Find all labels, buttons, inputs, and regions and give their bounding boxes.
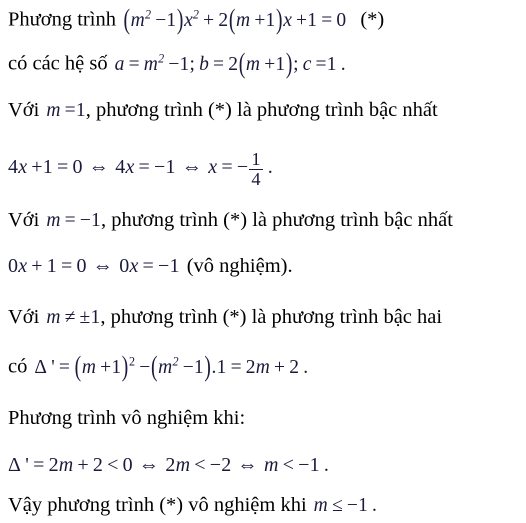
line-7-prose-prefix: Với (8, 306, 40, 328)
line-7-math-expression: m ≠ ±1 (46, 307, 101, 328)
solution-line-3: Với m =1, phương trình (*) là phương trình… (8, 100, 438, 121)
solution-line-6: 0x +1 = 0 ⇔ 0x = −1 (vô nghiệm). (8, 256, 293, 277)
var-m: m (130, 9, 145, 31)
fraction-denominator: 4 (251, 169, 261, 190)
line-6-prose-suffix: (vô nghiệm). (186, 255, 293, 277)
solution-line-9: Phương trình vô nghiệm khi: (8, 408, 245, 429)
line-2-prose-prefix: có các hệ số (8, 52, 108, 75)
line-5-prose-suffix: , phương trình (*) là phương trình bậc n… (101, 209, 453, 231)
solution-document: Phương trình (m2 −1)x2 +2(m +1)x +1 = 0 (*) có c… (0, 0, 526, 523)
open-paren: ( (123, 4, 131, 36)
line-9-prose-text: Phương trình vô nghiệm khi: (8, 407, 246, 429)
solution-line-5: Với m = −1, phương trình (*) là phương trìn… (8, 210, 453, 231)
line-4-math-expression: 4x +1 = 0 ⇔ 4x = −1 ⇔ x = −1 4. (8, 149, 273, 190)
line-6-math-expression: 0x +1 = 0 ⇔ 0x = −1 (8, 255, 180, 277)
line-3-math-expression: m =1 (46, 100, 86, 121)
line-1-prose-prefix: Phương trình (8, 8, 116, 31)
fraction-numerator: 1 (251, 149, 261, 169)
delta-prime-symbol: Δ ' (34, 356, 55, 378)
line-3-prose-prefix: Với (8, 99, 40, 121)
line-11-math-expression: m ≤ −1. (313, 495, 378, 516)
line-11-prose-prefix: Vậy phương trình (*) vô nghiệm khi (8, 494, 307, 516)
fraction-one-quarter: 14 (249, 149, 263, 190)
line-2-math-expression: a = m2 −1; b = 2(m +1); c =1. (114, 48, 346, 80)
solution-line-10: Δ ' = 2m +2 <0 ⇔ 2m < −2 ⇔ m < −1. (8, 455, 329, 475)
line-8-math-expression: Δ ' = (m +1)2 −(m2 −1).1 = 2m +2. (34, 351, 309, 383)
line-5-prose-prefix: Với (8, 209, 40, 231)
line-1-math-expression: (m2 −1)x2 +2(m +1)x +1 = 0 (123, 4, 347, 36)
solution-line-11: Vậy phương trình (*) vô nghiệm khi m ≤ −1. (8, 495, 377, 516)
delta-prime-symbol: Δ ' (8, 454, 30, 476)
solution-line-2: có các hệ số a = m2 −1; b = 2(m +1); c =1. (8, 48, 346, 80)
line-10-math-expression: Δ ' = 2m +2 <0 ⇔ 2m < −2 ⇔ m < −1. (8, 454, 330, 476)
solution-line-8: có Δ ' = (m +1)2 −(m2 −1).1 = 2m +2. (8, 351, 309, 383)
close-paren: ) (176, 4, 184, 36)
line-3-prose-suffix: , phương trình (*) là phương trình bậc n… (85, 99, 438, 121)
line-5-math-expression: m = −1 (46, 210, 101, 231)
line-8-prose-prefix: có (8, 355, 28, 378)
solution-line-7: Với m ≠ ±1, phương trình (*) là phương trìn… (8, 307, 442, 328)
line-7-prose-suffix: , phương trình (*) là phương trình bậc h… (100, 306, 443, 328)
line-1-star-label: (*) (360, 8, 385, 31)
solution-line-4: 4x +1 = 0 ⇔ 4x = −1 ⇔ x = −1 4. (8, 149, 273, 190)
solution-line-1: Phương trình (m2 −1)x2 +2(m +1)x +1 = 0 (*) (8, 4, 385, 36)
